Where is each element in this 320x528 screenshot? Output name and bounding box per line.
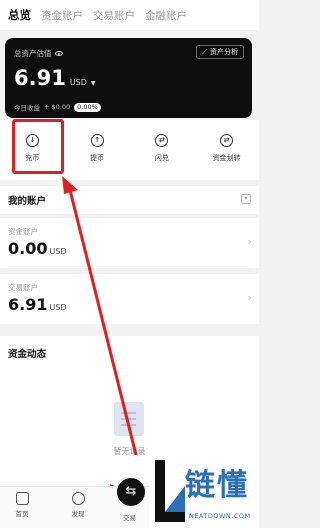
watermark-text: 链懂 (185, 468, 249, 503)
home-icon (15, 492, 29, 505)
trade-icon: ⇆ (125, 484, 137, 499)
trade-button[interactable]: ⇆ (117, 478, 145, 506)
nav-home-label: 首页 (15, 510, 29, 518)
discover-icon (71, 492, 85, 505)
annotation-arrow-up (68, 189, 138, 456)
nav-home[interactable]: 首页 (2, 492, 42, 518)
nav-discover[interactable]: 发现 (58, 492, 98, 518)
watermark-url: NEATDOWN.COM (189, 512, 251, 520)
watermark-logo: 链懂 NEATDOWN.COM (149, 452, 259, 528)
nav-trade-label: 交易 (123, 514, 136, 522)
annotation-arrows (33, 176, 138, 508)
nav-discover-label: 发现 (71, 510, 85, 518)
logo-mark-icon (155, 460, 185, 522)
arrow-head-icon (62, 176, 78, 194)
